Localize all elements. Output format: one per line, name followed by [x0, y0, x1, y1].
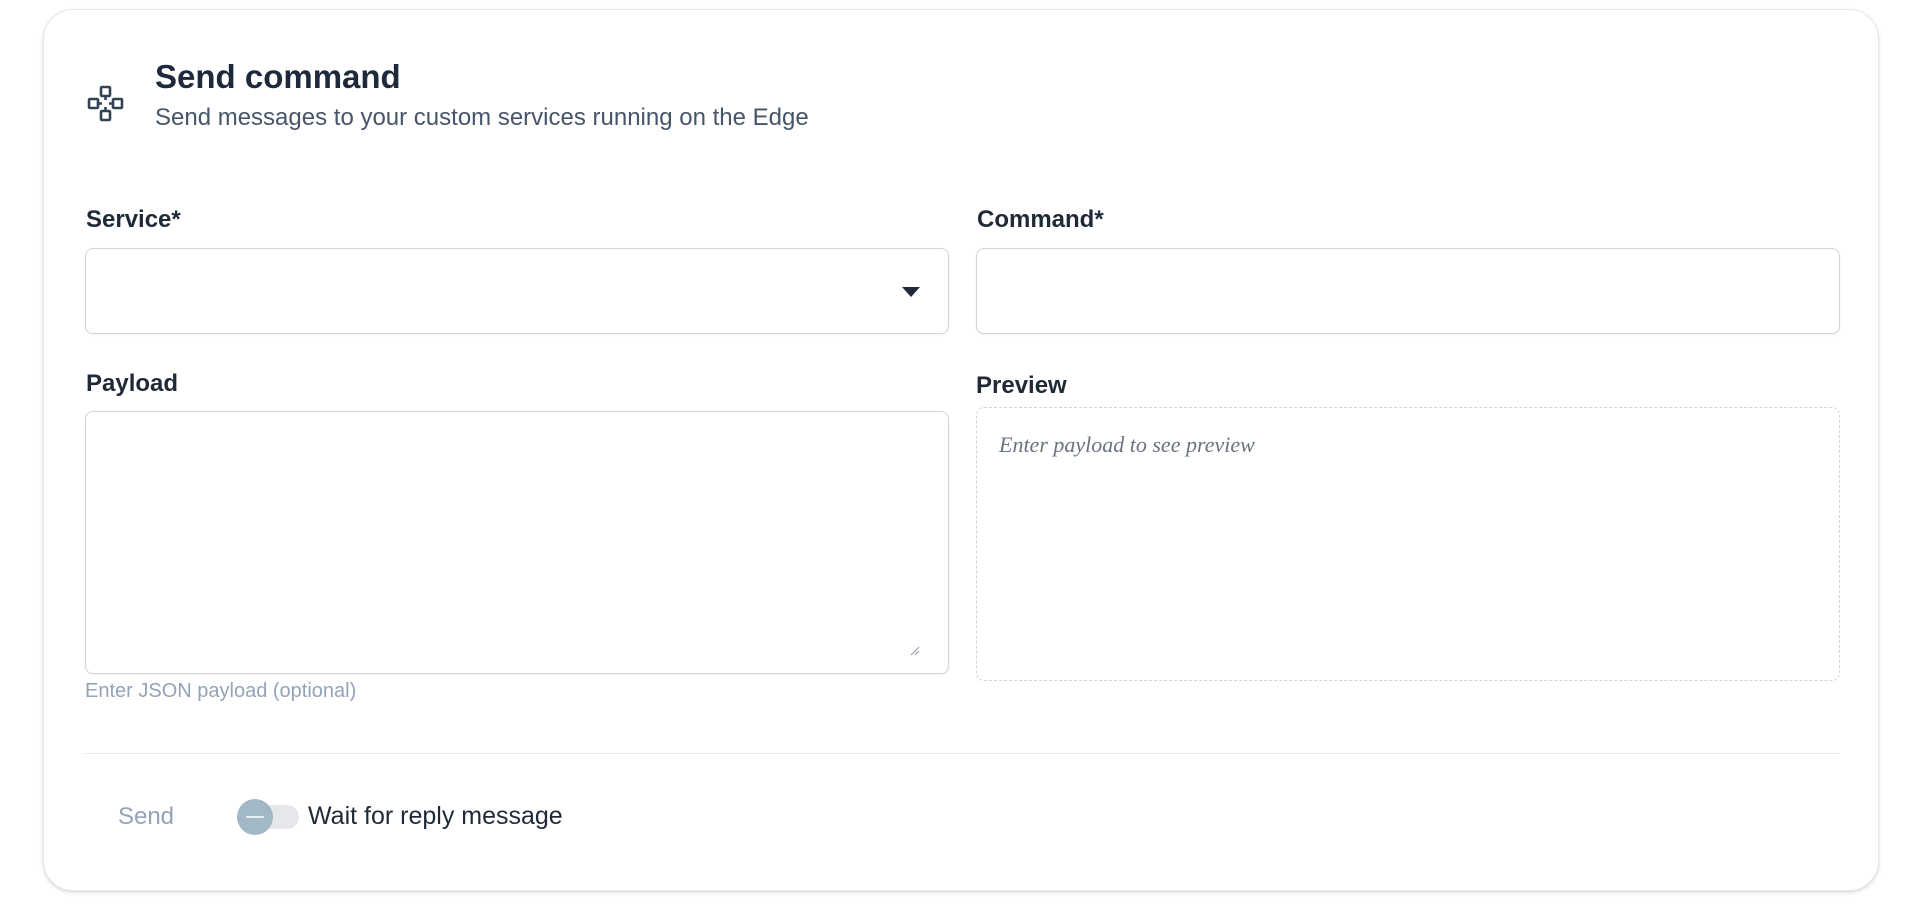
send-command-card: Send command Send messages to your custo… [43, 9, 1879, 891]
payload-textarea[interactable] [85, 411, 949, 674]
preview-label: Preview [976, 372, 1067, 399]
service-label: Service* [86, 206, 181, 233]
command-label: Command* [977, 206, 1104, 233]
preview-panel: Enter payload to see preview [976, 407, 1840, 681]
services-icon [86, 83, 126, 123]
minus-icon [246, 816, 264, 818]
preview-placeholder: Enter payload to see preview [999, 432, 1255, 457]
page-subtitle: Send messages to your custom services ru… [155, 104, 809, 131]
card-header: Send command Send messages to your custo… [86, 57, 809, 133]
chevron-down-icon [902, 287, 920, 297]
payload-label: Payload [86, 370, 179, 397]
wait-for-reply-toggle[interactable] [237, 799, 299, 835]
header-text: Send command Send messages to your custo… [155, 57, 809, 133]
toggle-knob [237, 799, 273, 835]
send-button[interactable]: Send [96, 798, 196, 836]
command-input[interactable] [976, 248, 1840, 334]
payload-helper-text: Enter JSON payload (optional) [85, 680, 357, 702]
service-select[interactable] [85, 248, 949, 334]
footer-divider [85, 753, 1839, 754]
wait-for-reply-label: Wait for reply message [308, 802, 563, 830]
page-title: Send command [155, 58, 401, 95]
resize-handle-icon[interactable] [910, 643, 920, 656]
